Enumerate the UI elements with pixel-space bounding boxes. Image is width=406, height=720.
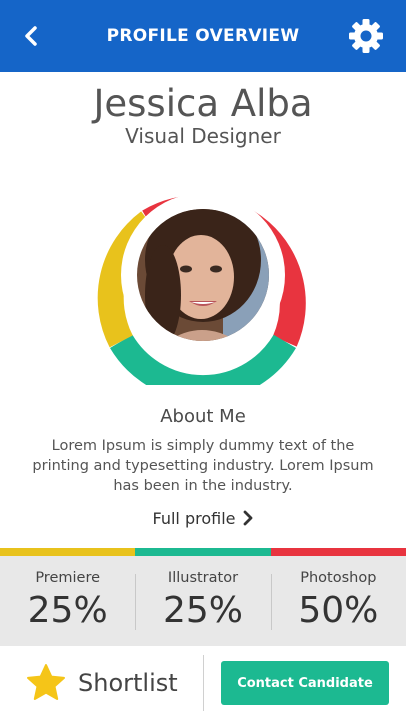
back-button[interactable] [16,20,46,52]
settings-button[interactable] [348,18,384,54]
shortlist-label: Shortlist [78,669,178,697]
skill-label: Photoshop [300,570,377,586]
footer-bar: Shortlist Contact Candidate [0,646,406,720]
profile-ring [93,165,313,402]
about-text: Lorem Ipsum is simply dummy text of the … [32,438,374,494]
gear-icon [349,19,383,53]
skill-photoshop: Photoshop 50% [270,556,406,646]
page-title: PROFILE OVERVIEW [106,26,300,46]
about-title: About Me [160,406,246,427]
skill-value: 25% [27,590,108,631]
chevron-right-icon [243,510,253,526]
shortlist-button[interactable]: Shortlist [0,646,203,720]
skill-value: 25% [162,590,243,631]
app-header: PROFILE OVERVIEW [0,0,406,72]
profile-name: Jessica Alba [93,82,313,125]
footer-divider [203,655,204,711]
skill-bar-illustrator [135,548,271,556]
skill-label: Illustrator [167,570,239,586]
skill-color-bar [0,548,406,556]
chevron-left-icon [25,26,37,46]
full-profile-link[interactable]: Full profile [0,506,406,530]
profile-role: Visual Designer [125,124,281,148]
skill-bar-photoshop [270,548,406,556]
skills-panel: Premiere 25% Illustrator 25% Photoshop 5… [0,556,406,646]
skill-premiere: Premiere 25% [0,556,135,646]
skill-bar-premiere [0,548,136,556]
star-icon [27,664,65,700]
skill-value: 50% [298,590,379,631]
full-profile-label: Full profile [152,508,236,528]
skill-illustrator: Illustrator 25% [135,556,270,646]
skill-label: Premiere [35,570,101,586]
contact-candidate-button[interactable]: Contact Candidate [221,661,389,705]
